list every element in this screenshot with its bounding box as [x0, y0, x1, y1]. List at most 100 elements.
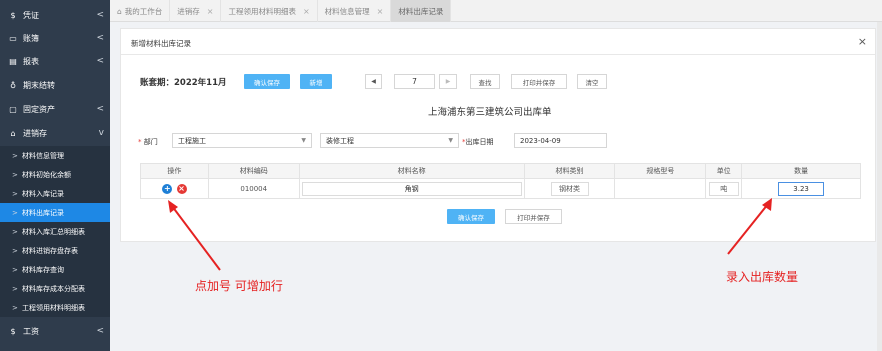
sidebar-subitem[interactable]: > 材料进销存盘存表 — [0, 241, 110, 260]
delete-row-icon[interactable]: × — [176, 183, 187, 194]
date-input[interactable]: 2023-04-09 — [514, 133, 607, 148]
sidebar-item-label: 进销存 — [23, 128, 47, 138]
tab-material-info[interactable]: 材料信息管理 × — [318, 0, 392, 22]
period-end-icon: ♁ — [10, 80, 16, 90]
report-icon: ▤ — [9, 56, 17, 66]
column-header: 操作 — [140, 163, 209, 179]
material-name-cell[interactable]: 角钢 — [298, 178, 525, 199]
material-code-cell: 010004 — [207, 178, 300, 199]
sidebar-item-ledger[interactable]: ▭ 账簿 < — [0, 28, 110, 48]
chevron-right-icon: > — [12, 151, 18, 160]
sidebar-item-report[interactable]: ▤ 报表 < — [0, 51, 110, 71]
period-label: 账套期：2022年11月 — [140, 78, 227, 88]
close-icon[interactable]: × — [303, 7, 310, 16]
dialog-title: 新增材料出库记录 — [131, 39, 191, 48]
dept-select[interactable]: 工程施工 ▼ — [172, 133, 312, 148]
unit-value: 吨 — [708, 181, 739, 196]
tab-project-material-detail[interactable]: 工程领用材料明细表 × — [221, 0, 318, 22]
divider — [121, 54, 875, 55]
material-name-input[interactable]: 角钢 — [301, 181, 522, 196]
quantity-input[interactable]: 3.23 — [778, 181, 825, 196]
tab-inventory[interactable]: 进销存 × — [170, 0, 222, 22]
tab-label: 我的工作台 — [124, 6, 163, 16]
sidebar-subitem-label: 材料出库记录 — [22, 208, 64, 217]
chevron-right-icon: > — [12, 170, 18, 179]
sidebar-subitem-label: 材料入库汇总明细表 — [22, 227, 85, 236]
sidebar-subitem[interactable]: > 材料信息管理 — [0, 146, 110, 165]
sidebar-subitem-label: 工程领用材料明细表 — [22, 303, 85, 312]
chevron-left-icon: < — [96, 33, 104, 43]
sidebar-subitem[interactable]: > 材料出库记录 — [0, 203, 110, 222]
monitor-icon: ▢ — [9, 104, 17, 114]
tab-label: 工程领用材料明细表 — [228, 6, 296, 16]
clear-button[interactable]: 清空 — [577, 74, 607, 89]
tab-workbench[interactable]: ⌂ 我的工作台 — [110, 0, 171, 22]
spec-cell — [614, 178, 707, 199]
bottom-confirm-save-button[interactable]: 确认保存 — [447, 209, 495, 224]
sidebar-item-salary[interactable]: $ 工资 < — [0, 321, 110, 341]
material-category-value: 钢材类 — [550, 181, 589, 196]
column-header: 单位 — [705, 163, 743, 179]
column-header: 材料类别 — [523, 163, 616, 179]
project-value: 装修工程 — [326, 136, 354, 145]
table-header-row: 操作 材料编码 材料名称 材料类别 规格型号 单位 数量 — [140, 163, 861, 179]
sidebar-item-fixed-assets[interactable]: ▢ 固定资产 < — [0, 99, 110, 119]
chevron-right-icon: > — [12, 227, 18, 236]
sidebar-subitem-label: 材料信息管理 — [22, 151, 64, 160]
cart-icon: ⌂ — [10, 128, 16, 138]
sidebar-subitem[interactable]: > 材料初始化余额 — [0, 165, 110, 184]
sidebar-item-label: 期末结转 — [23, 80, 55, 90]
dept-label: * 部门 — [138, 138, 158, 146]
new-button[interactable]: 新增 — [300, 74, 332, 89]
sidebar-subitem[interactable]: > 材料库存成本分配表 — [0, 279, 110, 298]
close-icon[interactable]: × — [858, 35, 867, 48]
chevron-right-icon: > — [12, 208, 18, 217]
column-header: 规格型号 — [614, 163, 707, 179]
next-page-button[interactable]: ▶ — [439, 74, 457, 89]
sidebar-subitem[interactable]: > 材料入库记录 — [0, 184, 110, 203]
page-number-input[interactable]: 7 — [394, 74, 435, 89]
sidebar-item-label: 固定资产 — [23, 104, 55, 114]
chevron-left-icon: < — [96, 326, 104, 336]
sidebar-subitem[interactable]: > 材料入库汇总明细表 — [0, 222, 110, 241]
tab-bar: ⌂ 我的工作台 进销存 × 工程领用材料明细表 × 材料信息管理 × 材料出库记… — [110, 0, 882, 22]
chevron-down-icon: v — [98, 128, 104, 138]
scrollbar[interactable] — [877, 22, 882, 351]
chevron-down-icon: ▼ — [448, 137, 453, 144]
column-header: 材料名称 — [298, 163, 525, 179]
quantity-cell[interactable]: 3.23 — [741, 178, 861, 199]
annotation-enter-quantity: 录入出库数量 — [726, 270, 799, 284]
print-save-button[interactable]: 打印并保存 — [511, 74, 567, 89]
chevron-left-icon: < — [96, 56, 104, 66]
sidebar-subitem[interactable]: > 工程领用材料明细表 — [0, 298, 110, 317]
tab-label: 材料出库记录 — [398, 6, 444, 16]
tab-material-outbound[interactable]: 材料出库记录 — [391, 0, 452, 22]
find-button[interactable]: 查找 — [470, 74, 500, 89]
date-label: *出库日期 — [462, 138, 494, 146]
sidebar-item-voucher[interactable]: $ 凭证 < — [0, 5, 110, 25]
project-select[interactable]: 装修工程 ▼ — [320, 133, 459, 148]
document-title: 上海浦东第三建筑公司出库单 — [428, 107, 552, 118]
dollar-icon: $ — [10, 10, 16, 20]
close-icon[interactable]: × — [377, 7, 384, 16]
sidebar: $ 凭证 < ▭ 账簿 < ▤ 报表 < ♁ 期末结转 ▢ 固定资产 < ⌂ 进… — [0, 0, 110, 351]
column-header: 数量 — [741, 163, 861, 179]
close-icon[interactable]: × — [207, 7, 214, 16]
sidebar-subitem-label: 材料初始化余额 — [22, 170, 71, 179]
annotation-add-row: 点加号 可增加行 — [195, 279, 283, 293]
add-row-icon[interactable]: + — [162, 183, 173, 194]
sidebar-subitem-label: 材料进销存盘存表 — [22, 246, 78, 255]
sidebar-item-period-end[interactable]: ♁ 期末结转 — [0, 75, 110, 95]
prev-page-button[interactable]: ◀ — [365, 74, 382, 89]
chevron-left-icon: < — [96, 104, 104, 114]
sidebar-subitem[interactable]: > 材料库存查询 — [0, 260, 110, 279]
bottom-print-save-button[interactable]: 打印并保存 — [505, 209, 562, 224]
confirm-save-button[interactable]: 确认保存 — [244, 74, 290, 89]
chevron-right-icon: > — [12, 189, 18, 198]
chevron-right-icon: > — [12, 303, 18, 312]
table-row: + × 010004 角钢 钢材类 吨 3.23 — [140, 178, 861, 199]
chevron-down-icon: ▼ — [301, 137, 306, 144]
sidebar-item-inventory[interactable]: ⌂ 进销存 v — [0, 123, 110, 143]
dollar-icon: $ — [10, 326, 16, 336]
row-actions: + × — [140, 178, 209, 199]
